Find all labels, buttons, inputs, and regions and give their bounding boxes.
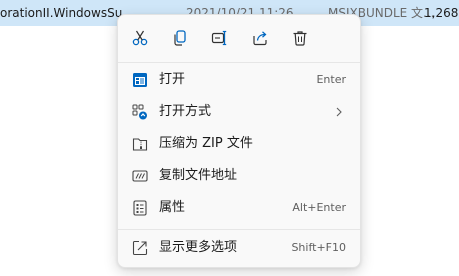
rename-button[interactable] (206, 24, 234, 52)
share-icon (253, 31, 267, 46)
cut-button[interactable] (126, 24, 154, 52)
menu-item-label: 复制文件地址 (159, 168, 238, 183)
file-name: orationII.WindowsSu (0, 6, 123, 20)
quick-action-bar (118, 15, 360, 61)
app-window-icon (132, 72, 148, 88)
menu-item-open-with[interactable]: 打开方式 (122, 97, 356, 127)
menu-item-label: 打开 (159, 72, 186, 87)
shortcut-text: Alt+Enter (292, 201, 346, 214)
file-size: 1,268,3 (424, 6, 459, 20)
more-options-icon (132, 240, 148, 256)
context-menu: 打开 Enter 打开方式 压缩为 ZIP 文件 复制文件地址 属性 Alt+E… (117, 14, 361, 268)
menu-item-show-more-options[interactable]: 显示更多选项 Shift+F10 (122, 233, 356, 263)
copy-button[interactable] (166, 24, 194, 52)
cut-icon (132, 30, 148, 46)
menu-item-open[interactable]: 打开 Enter (122, 65, 356, 95)
menu-item-label: 打开方式 (159, 104, 212, 119)
shortcut-text: Shift+F10 (291, 241, 346, 254)
menu-item-label: 属性 (159, 200, 186, 215)
menu-separator (118, 229, 360, 230)
delete-button[interactable] (286, 24, 314, 52)
menu-separator (118, 62, 360, 63)
open-with-icon (132, 104, 148, 120)
menu-item-label: 压缩为 ZIP 文件 (159, 136, 253, 151)
menu-item-compress-zip[interactable]: 压缩为 ZIP 文件 (122, 129, 356, 159)
shortcut-text: Enter (316, 73, 346, 86)
menu-item-copy-path[interactable]: 复制文件地址 (122, 161, 356, 191)
menu-item-properties[interactable]: 属性 Alt+Enter (122, 193, 356, 223)
properties-icon (132, 200, 148, 216)
zip-folder-icon (132, 136, 148, 152)
chevron-right-icon (336, 107, 342, 117)
share-button[interactable] (246, 24, 274, 52)
copy-icon (174, 30, 186, 46)
menu-item-label: 显示更多选项 (159, 240, 238, 255)
rename-icon (211, 30, 227, 46)
copy-path-icon (132, 168, 148, 184)
delete-icon (293, 31, 307, 46)
